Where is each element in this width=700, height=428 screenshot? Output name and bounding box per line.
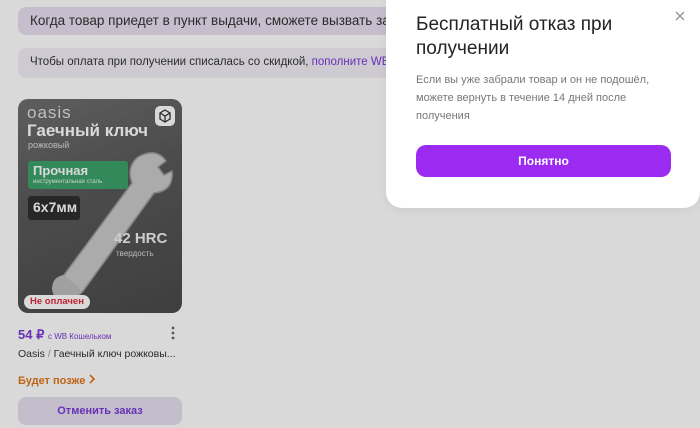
modal-title: Бесплатный отказ при получении: [416, 14, 613, 59]
understood-button[interactable]: Понятно: [416, 145, 671, 177]
page: Когда товар приедет в пункт выдачи, смож…: [0, 0, 700, 428]
modal-text: Если вы уже забрали товар и он не подошё…: [416, 74, 650, 122]
close-icon[interactable]: [673, 9, 687, 23]
free-refusal-modal: Бесплатный отказ при получении Если вы у…: [386, 0, 700, 208]
